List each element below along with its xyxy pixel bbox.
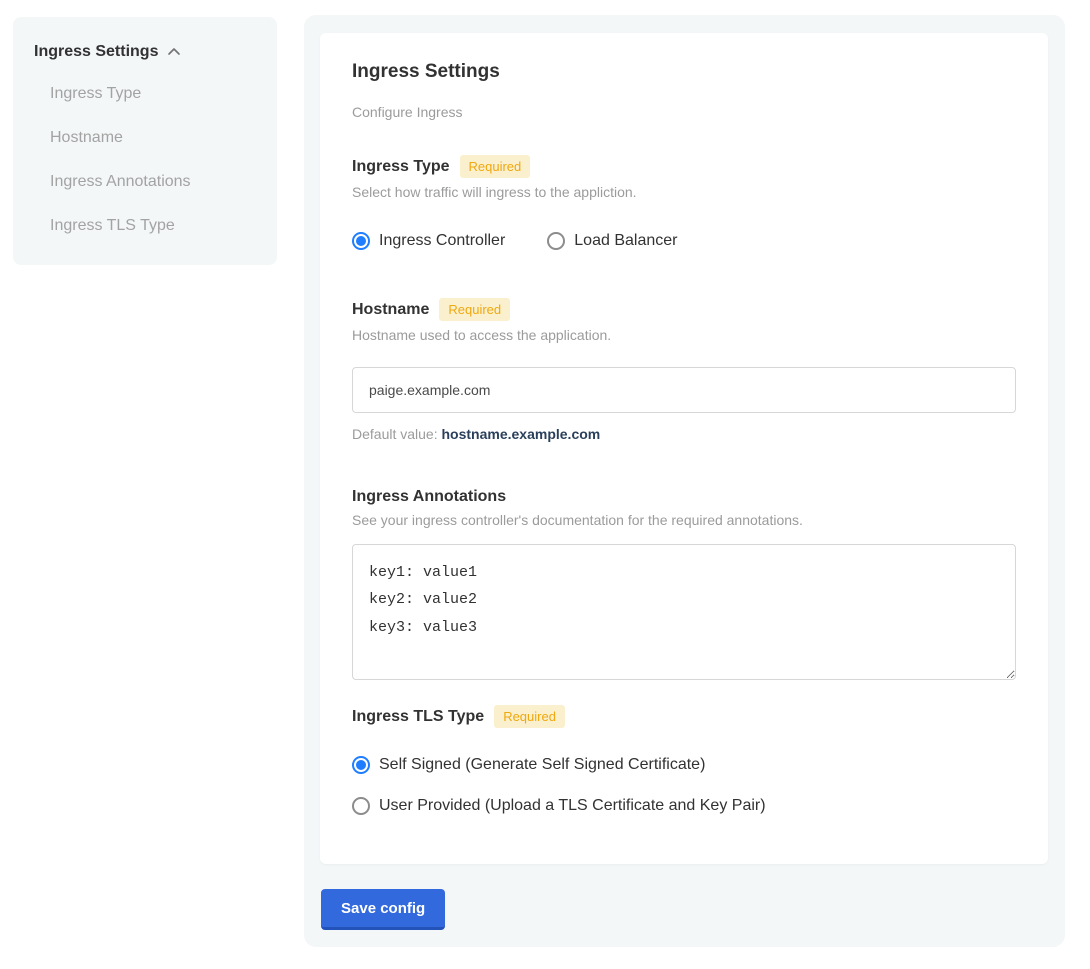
ingress-type-help: Select how traffic will ingress to the a…	[352, 184, 1016, 200]
ingress-type-heading: Ingress Type Required	[352, 155, 1016, 178]
radio-self-signed[interactable]: Self Signed (Generate Self Signed Certif…	[352, 756, 1016, 774]
radio-circle-icon[interactable]	[352, 232, 370, 250]
section-hostname: Hostname Required Hostname used to acces…	[352, 298, 1016, 442]
hostname-label: Hostname	[352, 301, 429, 319]
sidebar-item-hostname[interactable]: Hostname	[50, 129, 257, 147]
radio-ingress-controller[interactable]: Ingress Controller	[352, 232, 505, 250]
default-hostname-text: hostname.example.com	[442, 426, 601, 442]
required-badge: Required	[494, 705, 565, 728]
sidebar-group-label: Ingress Settings	[34, 43, 158, 61]
config-nav-sidebar: Ingress Settings Ingress Type Hostname I…	[13, 17, 277, 265]
sidebar-item-ingress-type[interactable]: Ingress Type	[50, 85, 257, 103]
annotations-heading: Ingress Annotations	[352, 488, 1016, 506]
required-badge: Required	[439, 298, 510, 321]
radio-user-provided[interactable]: User Provided (Upload a TLS Certificate …	[352, 797, 1016, 815]
section-ingress-tls-type: Ingress TLS Type Required Self Signed (G…	[352, 705, 1016, 815]
annotations-label: Ingress Annotations	[352, 488, 506, 506]
ingress-type-radio-group: Ingress Controller Load Balancer	[352, 232, 1016, 250]
ingress-settings-card: Ingress Settings Configure Ingress Ingre…	[320, 33, 1048, 864]
hostname-input[interactable]	[352, 367, 1016, 413]
radio-label: Self Signed (Generate Self Signed Certif…	[379, 756, 705, 774]
radio-circle-icon[interactable]	[547, 232, 565, 250]
sidebar-item-ingress-tls-type[interactable]: Ingress TLS Type	[50, 217, 257, 235]
sidebar-item-ingress-annotations[interactable]: Ingress Annotations	[50, 173, 257, 191]
hostname-help: Hostname used to access the application.	[352, 327, 1016, 343]
radio-circle-icon[interactable]	[352, 756, 370, 774]
config-panel: Ingress Settings Configure Ingress Ingre…	[304, 15, 1065, 947]
radio-label: Load Balancer	[574, 232, 677, 250]
chevron-up-icon[interactable]	[166, 44, 182, 60]
required-badge: Required	[460, 155, 531, 178]
save-config-button[interactable]: Save config	[321, 889, 445, 930]
ingress-type-label: Ingress Type	[352, 158, 450, 176]
card-subtitle: Configure Ingress	[352, 104, 1016, 120]
card-title: Ingress Settings	[352, 61, 1016, 83]
sidebar-group-ingress-settings[interactable]: Ingress Settings	[34, 43, 257, 61]
section-ingress-annotations: Ingress Annotations See your ingress con…	[352, 488, 1016, 685]
tls-type-label: Ingress TLS Type	[352, 708, 484, 726]
section-ingress-type: Ingress Type Required Select how traffic…	[352, 155, 1016, 250]
radio-circle-icon[interactable]	[352, 797, 370, 815]
tls-type-heading: Ingress TLS Type Required	[352, 705, 1016, 728]
annotations-textarea[interactable]: key1: value1 key2: value2 key3: value3	[352, 544, 1016, 680]
radio-label: Ingress Controller	[379, 232, 505, 250]
hostname-heading: Hostname Required	[352, 298, 1016, 321]
radio-load-balancer[interactable]: Load Balancer	[547, 232, 677, 250]
radio-label: User Provided (Upload a TLS Certificate …	[379, 797, 766, 815]
hostname-default-value: Default value: hostname.example.com	[352, 426, 1016, 442]
annotations-help: See your ingress controller's documentat…	[352, 512, 1016, 528]
